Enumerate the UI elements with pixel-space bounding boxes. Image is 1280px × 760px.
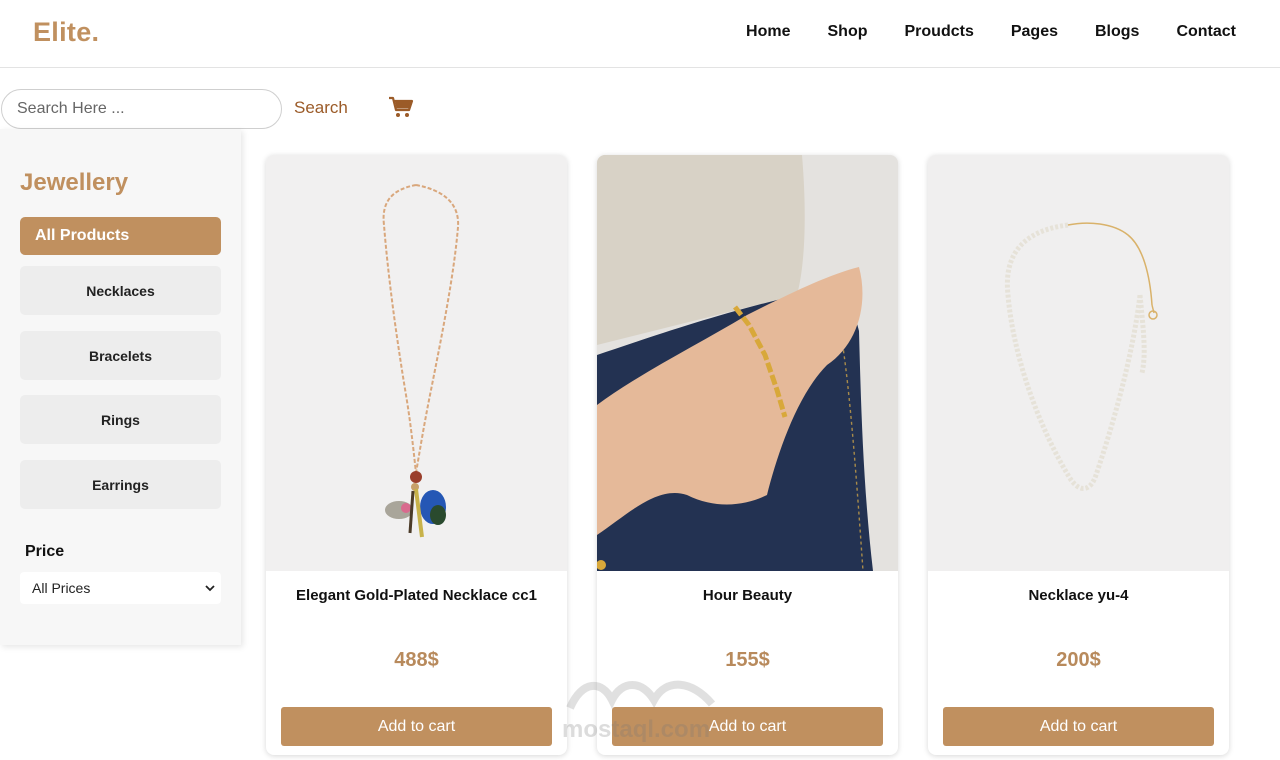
product-name[interactable]: Necklace yu-4 xyxy=(928,587,1229,604)
product-card: Elegant Gold-Plated Necklace cc1 488$ Ad… xyxy=(266,155,567,755)
product-image-necklace-charms[interactable] xyxy=(266,155,567,571)
price-filter-value: All Prices xyxy=(32,580,91,596)
product-price: 155$ xyxy=(725,649,770,671)
add-to-cart-button[interactable]: Add to cart xyxy=(943,707,1214,746)
price-filter-select[interactable]: All Prices xyxy=(20,572,221,604)
nav-contact[interactable]: Contact xyxy=(1176,23,1236,41)
price-filter-label: Price xyxy=(25,543,65,560)
search-input[interactable] xyxy=(1,89,282,129)
add-to-cart-button[interactable]: Add to cart xyxy=(612,707,883,746)
top-bar: Elite. Home Shop Proudcts Pages Blogs Co… xyxy=(0,0,1280,68)
shopping-cart-icon[interactable] xyxy=(388,95,414,119)
nav-blogs[interactable]: Blogs xyxy=(1095,23,1139,41)
product-image-pearl-necklace[interactable] xyxy=(928,155,1229,571)
chevron-down-icon xyxy=(205,585,215,592)
add-to-cart-button[interactable]: Add to cart xyxy=(281,707,552,746)
search-bar: Search xyxy=(0,89,600,129)
logo[interactable]: Elite. xyxy=(33,17,99,48)
product-price: 200$ xyxy=(1056,649,1101,671)
category-sidebar: Jewellery All Products Necklaces Bracele… xyxy=(0,129,241,645)
nav-products[interactable]: Proudcts xyxy=(905,23,974,41)
product-name[interactable]: Elegant Gold-Plated Necklace cc1 xyxy=(266,587,567,604)
nav-pages[interactable]: Pages xyxy=(1011,23,1058,41)
product-name[interactable]: Hour Beauty xyxy=(597,587,898,604)
category-rings[interactable]: Rings xyxy=(20,395,221,444)
main-nav: Home Shop Proudcts Pages Blogs Contact xyxy=(709,23,1236,41)
product-price: 488$ xyxy=(394,649,439,671)
product-image-bracelet-on-wrist[interactable] xyxy=(597,155,898,571)
sidebar-title: Jewellery xyxy=(20,169,129,196)
nav-shop[interactable]: Shop xyxy=(828,23,868,41)
category-all-products[interactable]: All Products xyxy=(20,217,221,255)
product-card: Necklace yu-4 200$ Add to cart xyxy=(928,155,1229,755)
category-bracelets[interactable]: Bracelets xyxy=(20,331,221,380)
search-button[interactable]: Search xyxy=(294,98,348,118)
product-card: Hour Beauty 155$ Add to cart xyxy=(597,155,898,755)
nav-home[interactable]: Home xyxy=(746,23,790,41)
category-earrings[interactable]: Earrings xyxy=(20,460,221,509)
category-necklaces[interactable]: Necklaces xyxy=(20,266,221,315)
